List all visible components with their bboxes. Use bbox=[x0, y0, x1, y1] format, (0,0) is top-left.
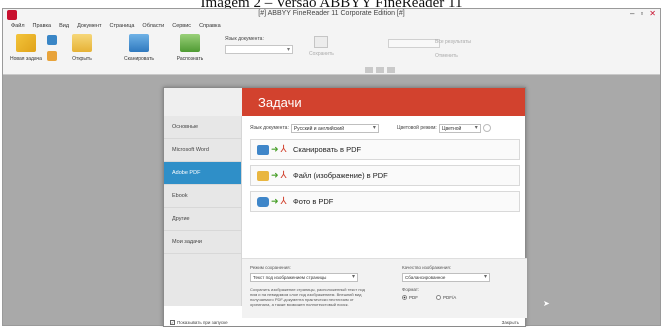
scanner-icon bbox=[129, 34, 149, 52]
page-icon[interactable] bbox=[47, 35, 57, 45]
save-mode-description: Сохранить изображение страницы, располож… bbox=[250, 287, 366, 307]
color-mode-label: Цветовой режим: bbox=[396, 125, 437, 131]
dialog-title: Задачи bbox=[242, 88, 525, 116]
sidebar-item-ebook[interactable]: Ebook bbox=[164, 185, 241, 208]
help-icon[interactable] bbox=[482, 124, 491, 132]
zoom-icon[interactable] bbox=[387, 67, 395, 73]
menu-help[interactable]: Справка bbox=[199, 21, 221, 31]
new-task-label: Новая задача bbox=[10, 56, 42, 62]
menu-view[interactable]: Вид bbox=[59, 21, 69, 31]
tasks-content: Язык документа: Русский и английский Цве… bbox=[250, 122, 520, 252]
cancel-button[interactable]: Отменить bbox=[435, 53, 458, 59]
format-select[interactable] bbox=[388, 39, 440, 48]
sidebar-item-my-tasks[interactable]: Мои задачи bbox=[164, 231, 241, 254]
page-layout-icon[interactable] bbox=[365, 67, 373, 73]
folder-icon bbox=[257, 170, 269, 181]
color-mode-select[interactable]: Цветной bbox=[438, 123, 481, 133]
doc-language-label: Язык документа: bbox=[225, 36, 264, 42]
save-label: Сохранить bbox=[309, 51, 334, 57]
title-bar: [#] ABBYY FineReader 11 Corporate Editio… bbox=[3, 9, 660, 21]
pdf-icon: ⅄ bbox=[280, 169, 287, 181]
camera-icon bbox=[257, 196, 269, 207]
scanner-icon bbox=[257, 144, 269, 155]
task-category-sidebar: Основные Microsoft Word Adobe PDF Ebook … bbox=[164, 116, 242, 306]
lang-filter-label: Язык документа: bbox=[250, 125, 289, 131]
task-label: Фото в PDF bbox=[293, 197, 334, 206]
task-file-to-pdf[interactable]: ➜ ⅄ Файл (изображение) в PDF bbox=[250, 165, 520, 186]
arrow-right-icon: ➜ bbox=[271, 170, 279, 180]
sidebar-item-pdf[interactable]: Adobe PDF bbox=[164, 162, 241, 185]
menu-areas[interactable]: Области bbox=[142, 21, 164, 31]
frame-icon[interactable] bbox=[376, 67, 384, 73]
open-button[interactable]: Открыть bbox=[63, 34, 101, 62]
format-label: Формат: bbox=[402, 287, 420, 292]
recognize-button[interactable]: Распознать bbox=[167, 34, 213, 62]
close-window-button[interactable]: ✕ bbox=[649, 9, 656, 18]
image-quality-label: Качество изображения: bbox=[402, 265, 452, 270]
filter-bar: Язык документа: Русский и английский Цве… bbox=[250, 122, 520, 134]
ribbon-toolbar: Новая задача Открыть Сканировать Распозн… bbox=[3, 31, 660, 75]
image-quality-select[interactable]: Сбалансированное bbox=[402, 273, 490, 282]
magic-wand-icon bbox=[16, 34, 36, 52]
mouse-cursor-icon: ➤ bbox=[543, 299, 550, 308]
sidebar-item-main[interactable]: Основные bbox=[164, 116, 241, 139]
close-dialog-button[interactable]: Закрыть bbox=[502, 320, 519, 325]
arrow-right-icon: ➜ bbox=[271, 196, 279, 206]
tasks-dialog: Задачи Основные Microsoft Word Adobe PDF… bbox=[163, 87, 527, 327]
dialog-header: Задачи bbox=[164, 88, 525, 116]
task-label: Сканировать в PDF bbox=[293, 145, 362, 154]
all-results-button[interactable]: Все результаты bbox=[435, 39, 471, 45]
task-scan-to-pdf[interactable]: ➜ ⅄ Сканировать в PDF bbox=[250, 139, 520, 160]
undo-icon[interactable] bbox=[47, 51, 57, 61]
recognize-label: Распознать bbox=[176, 56, 204, 62]
checkmark-icon: ✓ bbox=[170, 320, 175, 325]
menu-file[interactable]: Файл bbox=[11, 21, 25, 31]
pdf-icon: ⅄ bbox=[280, 195, 287, 207]
task-photo-to-pdf[interactable]: ➜ ⅄ Фото в PDF bbox=[250, 191, 520, 212]
show-on-startup-label: Показывать при запуске bbox=[177, 320, 228, 325]
recognize-icon bbox=[180, 34, 200, 52]
save-icon bbox=[314, 36, 329, 48]
save-mode-select[interactable]: Текст под изображением страницы bbox=[250, 273, 358, 282]
menu-page[interactable]: Страница bbox=[109, 21, 134, 31]
dialog-bottom-bar: ✓ Показывать при запуске Закрыть bbox=[164, 318, 525, 327]
menu-document[interactable]: Документ bbox=[77, 21, 101, 31]
menu-edit[interactable]: Правка bbox=[33, 21, 52, 31]
sidebar-item-other[interactable]: Другие bbox=[164, 208, 241, 231]
save-mode-label: Режим сохранения: bbox=[250, 265, 291, 270]
save-button[interactable]: Сохранить bbox=[309, 36, 334, 57]
task-options-panel: Режим сохранения: Текст под изображением… bbox=[242, 258, 527, 318]
new-task-button[interactable]: Новая задача bbox=[7, 34, 45, 62]
arrow-right-icon: ➜ bbox=[271, 144, 279, 154]
sidebar-item-word[interactable]: Microsoft Word bbox=[164, 139, 241, 162]
show-on-startup-checkbox[interactable]: ✓ Показывать при запуске bbox=[170, 320, 228, 325]
format-pdfa-radio[interactable]: PDF/A bbox=[436, 295, 456, 300]
scan-label: Сканировать bbox=[124, 56, 154, 62]
app-window: [#] ABBYY FineReader 11 Corporate Editio… bbox=[2, 8, 661, 327]
maximize-button[interactable]: ▫ bbox=[640, 9, 643, 18]
lang-filter-select[interactable]: Русский и английский bbox=[290, 123, 379, 133]
folder-icon bbox=[72, 34, 92, 52]
doc-language-select[interactable] bbox=[225, 45, 293, 54]
menu-tools[interactable]: Сервис bbox=[172, 21, 191, 31]
open-label: Открыть bbox=[72, 56, 92, 62]
pdf-icon: ⅄ bbox=[280, 143, 287, 155]
minimize-button[interactable]: – bbox=[630, 9, 634, 18]
format-pdf-radio[interactable]: PDF bbox=[402, 295, 418, 300]
task-label: Файл (изображение) в PDF bbox=[293, 171, 388, 180]
figure-caption: Imagem 2 – Versão ABBYY FineReader 11 bbox=[200, 0, 463, 8]
window-title: [#] ABBYY FineReader 11 Corporate Editio… bbox=[258, 10, 405, 17]
scan-button[interactable]: Сканировать bbox=[115, 34, 163, 62]
menu-bar: Файл Правка Вид Документ Страница Област… bbox=[3, 21, 660, 31]
